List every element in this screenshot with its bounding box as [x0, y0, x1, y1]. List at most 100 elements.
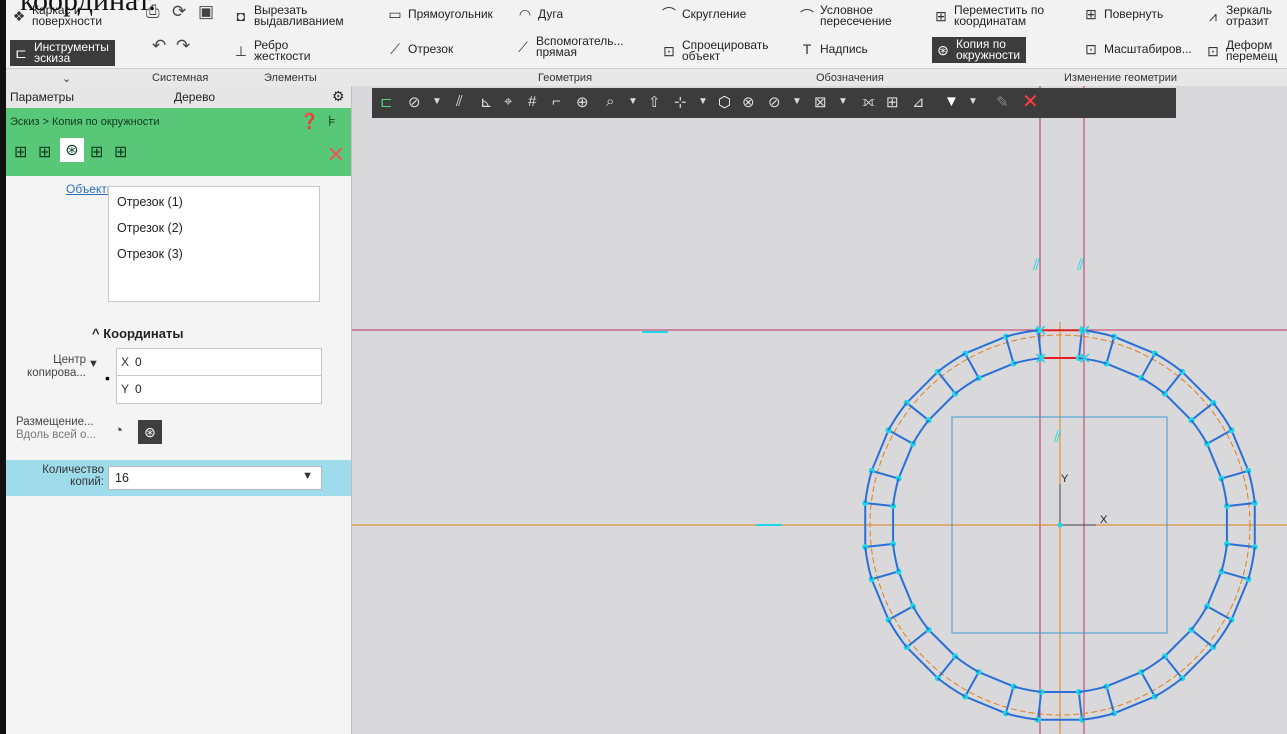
- redo-icon[interactable]: ↷: [176, 37, 190, 54]
- ribbon-button-deform[interactable]: ⊡ Деформ перемещ: [1204, 39, 1277, 62]
- segment-copy-outer: [906, 371, 939, 404]
- copy-mode-2-icon[interactable]: ⊞: [38, 142, 51, 162]
- y-coordinate-field[interactable]: Y 0: [116, 375, 322, 404]
- segment-copy-outer: [1181, 371, 1214, 404]
- chevron-down-icon[interactable]: ▼: [88, 358, 99, 370]
- zoom-window-icon[interactable]: ⌕: [606, 93, 614, 110]
- ribbon-button-conditional-intersection[interactable]: ⌒ Условное пересечение: [798, 4, 892, 27]
- circle-arc: [1078, 685, 1107, 693]
- settings-icon[interactable]: ⊞: [886, 93, 899, 111]
- coordinates-section-header[interactable]: ^ Координаты: [92, 326, 183, 341]
- tree-view-icon[interactable]: ⊧: [328, 112, 336, 130]
- segment-copy-side: [1226, 502, 1255, 508]
- gear-icon[interactable]: ⚙: [332, 88, 345, 105]
- list-item[interactable]: Отрезок (3): [117, 247, 183, 261]
- ribbon-group-label: Системная: [152, 72, 209, 84]
- circle-arc: [1081, 712, 1115, 721]
- ortho-icon[interactable]: ⌐: [552, 93, 561, 110]
- save-icon[interactable]: ▣: [198, 3, 214, 20]
- circle-arc: [864, 546, 873, 580]
- filter-icon[interactable]: ▼: [944, 93, 959, 110]
- constraint-icon[interactable]: ⊾: [480, 93, 493, 111]
- ribbon-button-arc[interactable]: ◠ Дуга: [516, 5, 563, 23]
- pan-icon[interactable]: ⇧: [648, 93, 661, 111]
- arc-icon: ◠: [518, 5, 532, 22]
- chevron-down-icon[interactable]: ▼: [838, 96, 848, 107]
- canvas-toolbar: ⊏ ⊘ ▼ ⫽ ⊾ ⌖ # ⌐ ⊕ ⌕ ▼ ⇧ ⊹ ▼ ⬡ ⊗ ⊘ ▼ ⊠ ▼ …: [372, 88, 1176, 118]
- hide-icon[interactable]: ⊘: [768, 93, 781, 111]
- chevron-down-icon[interactable]: ⌄: [62, 72, 71, 85]
- partial-circle-icon[interactable]: ◔: [114, 422, 123, 439]
- copy-mode-1-icon[interactable]: ⊞: [14, 142, 27, 162]
- parallel-constraint-mark: ⫽: [1076, 255, 1084, 274]
- circular-copy-icon[interactable]: ⊛: [60, 138, 84, 162]
- ribbon-button-sketch-tools[interactable]: ⊏ Инструменты эскиза: [10, 40, 115, 66]
- parallel-icon[interactable]: ⫽: [456, 93, 463, 110]
- sketch-icon[interactable]: ⊏: [380, 93, 393, 111]
- chevron-down-icon[interactable]: ▼: [302, 470, 313, 482]
- ribbon-button-move-by-coords[interactable]: ⊞ Переместить по координатам: [932, 4, 1044, 27]
- help-icon[interactable]: ❓: [300, 112, 319, 130]
- list-item[interactable]: Отрезок (1): [117, 195, 183, 209]
- chevron-down-icon[interactable]: ▼: [698, 96, 708, 107]
- circle-arc: [912, 419, 930, 445]
- ribbon-button-rectangle[interactable]: ▭ Прямоугольник: [386, 5, 492, 23]
- point-icon: •: [105, 370, 110, 386]
- zoom-icon[interactable]: ⊕: [576, 93, 589, 111]
- ribbon-button-rotate[interactable]: ⊞ Повернуть: [1082, 5, 1163, 23]
- tab-parameters[interactable]: Параметры: [10, 90, 74, 104]
- ribbon-button-circular-copy[interactable]: ⊛ Копия по окружности: [932, 37, 1027, 63]
- ribbon-group-label: Геометрия: [538, 72, 593, 84]
- ribbon-button-aux-line[interactable]: ⟋ Вспомогатель... прямая: [514, 35, 623, 58]
- copy-along-curve-icon[interactable]: ⊞: [90, 142, 103, 162]
- ribbon-button-mirror[interactable]: ⩘ Зеркаль отразит: [1204, 4, 1272, 27]
- segment-copy-side: [1140, 671, 1156, 698]
- ribbon-button-segment[interactable]: ⟋ Отрезок: [386, 40, 453, 58]
- ribbon-button-cut-extrude[interactable]: ◘ Вырезать выдавливанием: [232, 4, 344, 27]
- segment-copy-outer: [964, 695, 1007, 715]
- display-mode-icon[interactable]: ⊗: [742, 93, 755, 111]
- cancel-icon[interactable]: ✕: [1022, 89, 1039, 114]
- orient-icon[interactable]: ⊹: [674, 93, 687, 111]
- copy-count-row: Количество копий: 16 ▼: [6, 460, 351, 496]
- ribbon-button-scale[interactable]: ⊡ Масштабиров...: [1082, 40, 1192, 58]
- conditional-intersection-icon: ⌒: [800, 7, 814, 24]
- segment-copy-inner: [1164, 629, 1193, 658]
- ribbon-button-fillet[interactable]: ⌒ Скругление: [660, 5, 746, 23]
- refresh-icon[interactable]: ⟳: [172, 3, 186, 20]
- parallel-constraint-mark: ⫽: [1053, 427, 1061, 446]
- tab-tree[interactable]: Дерево: [174, 90, 215, 104]
- x-coordinate-field[interactable]: X 0: [116, 348, 322, 377]
- grid-icon[interactable]: #: [528, 93, 536, 110]
- list-item[interactable]: Отрезок (2): [117, 221, 183, 235]
- chevron-down-icon[interactable]: ▼: [968, 96, 978, 107]
- undo-icon[interactable]: ↶: [152, 37, 166, 54]
- chevron-down-icon[interactable]: ▼: [792, 96, 802, 107]
- measure-icon[interactable]: ⟗: [862, 93, 875, 110]
- chevron-down-icon[interactable]: ▼: [432, 96, 442, 107]
- segment-copy-side: [1105, 686, 1116, 714]
- segment-copy-inner: [927, 629, 956, 658]
- close-icon[interactable]: ✕: [327, 142, 345, 168]
- circle-arc: [892, 543, 900, 572]
- ribbon-button-rib[interactable]: ⊥ Ребро жесткости: [232, 39, 311, 62]
- ribbon-button-project-object[interactable]: ⊡ Спроецировать объект: [660, 39, 768, 62]
- ribbon-button-text[interactable]: T Надпись: [798, 40, 868, 58]
- copy-count-label: Количество копий:: [42, 464, 104, 488]
- pencil-icon[interactable]: ✎: [996, 93, 1009, 111]
- chevron-down-icon[interactable]: ▼: [628, 96, 638, 107]
- section-icon[interactable]: ⊠: [814, 93, 827, 111]
- circular-copy-icon: ⊛: [937, 41, 949, 58]
- render-icon[interactable]: ⊿: [912, 93, 925, 111]
- objects-list[interactable]: Отрезок (1) Отрезок (2) Отрезок (3): [108, 186, 320, 302]
- point-snap-icon[interactable]: ⌖: [504, 93, 512, 110]
- placement-label: Размещение... Вдоль всей о...: [16, 416, 97, 441]
- view-cube-icon[interactable]: ⬡: [718, 93, 731, 111]
- full-circle-icon[interactable]: ⊛: [138, 420, 162, 444]
- copy-by-points-icon[interactable]: ⊞: [114, 142, 127, 162]
- segment-copy-outer: [1181, 646, 1214, 679]
- snap-icon[interactable]: ⊘: [408, 93, 421, 111]
- segment-copy-side: [865, 542, 894, 548]
- graphics-canvas[interactable]: ⫽ ⫽ ⫽ ✕ ✕ ✕ ✕ X Y: [352, 86, 1287, 734]
- copy-count-select[interactable]: 16 ▼: [108, 466, 322, 490]
